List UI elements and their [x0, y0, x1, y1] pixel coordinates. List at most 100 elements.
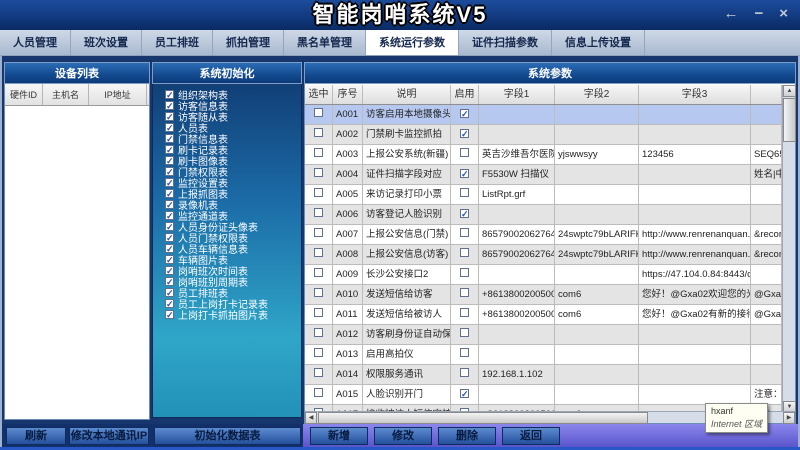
- back-arrow-icon[interactable]: ←: [723, 5, 738, 23]
- scroll-up-icon[interactable]: ▲: [783, 85, 796, 97]
- checklist-item[interactable]: 上岗打卡抓拍图片表: [165, 309, 301, 320]
- param-field1: [479, 345, 555, 364]
- vertical-scrollbar[interactable]: ▲ ▼: [782, 85, 795, 413]
- checkbox-icon[interactable]: [165, 101, 174, 110]
- init-data-tables-button[interactable]: 初始化数据表: [154, 427, 301, 445]
- enabled-checkbox[interactable]: [460, 328, 469, 337]
- param-row[interactable]: A011发送短信给被访人+8613800200500com6您好！@Gxa02有…: [305, 305, 782, 325]
- edit-button[interactable]: 修改: [374, 427, 432, 445]
- param-row[interactable]: A008上报公安信息(访客)86579002062764224swptc79bL…: [305, 245, 782, 265]
- checkbox-icon[interactable]: [165, 200, 174, 209]
- checkbox-icon[interactable]: [165, 156, 174, 165]
- row-select-checkbox[interactable]: [314, 348, 323, 357]
- scroll-right-icon[interactable]: ▶: [783, 412, 795, 424]
- param-row[interactable]: A001访客启用本地摄像头抓拍: [305, 105, 782, 125]
- row-select-checkbox[interactable]: [314, 168, 323, 177]
- param-no: A013: [333, 345, 363, 364]
- param-row[interactable]: A002门禁刷卡监控抓拍: [305, 125, 782, 145]
- checkbox-icon[interactable]: [165, 145, 174, 154]
- enabled-checkbox[interactable]: [460, 368, 469, 377]
- row-select-checkbox[interactable]: [314, 208, 323, 217]
- param-row[interactable]: A015人脸识别开门注意：字段05为...: [305, 385, 782, 405]
- enabled-checkbox[interactable]: [460, 169, 469, 178]
- checkbox-icon[interactable]: [165, 277, 174, 286]
- close-icon[interactable]: ×: [779, 5, 788, 23]
- horizontal-scroll-thumb[interactable]: [318, 412, 648, 424]
- tab-capture-management[interactable]: 抓拍管理: [213, 30, 284, 55]
- row-select-checkbox[interactable]: [314, 248, 323, 257]
- enabled-checkbox[interactable]: [460, 129, 469, 138]
- tab-personnel[interactable]: 人员管理: [0, 30, 71, 55]
- param-field2: [555, 345, 639, 364]
- param-row[interactable]: A009长沙公安接口2https://47.104.0.84:8443/crp: [305, 265, 782, 285]
- param-row[interactable]: A006访客登记人脸识别: [305, 205, 782, 225]
- row-select-checkbox[interactable]: [314, 388, 323, 397]
- checkbox-icon[interactable]: [165, 134, 174, 143]
- tab-blacklist-management[interactable]: 黑名单管理: [284, 30, 366, 55]
- checkbox-icon[interactable]: [165, 233, 174, 242]
- delete-button[interactable]: 删除: [438, 427, 496, 445]
- tab-shift-settings[interactable]: 班次设置: [71, 30, 142, 55]
- param-row[interactable]: A014权限服务通讯192.168.1.102: [305, 365, 782, 385]
- tab-info-upload-settings[interactable]: 信息上传设置: [552, 30, 645, 55]
- row-select-checkbox[interactable]: [314, 128, 323, 137]
- row-select-checkbox[interactable]: [314, 148, 323, 157]
- param-field1: 865790020627642: [479, 225, 555, 244]
- row-select-checkbox[interactable]: [314, 228, 323, 237]
- enabled-checkbox[interactable]: [460, 248, 469, 257]
- param-row[interactable]: A003上报公安系统(新疆)英吉沙维吾尔医院yjswwsyy123456SEQ6…: [305, 145, 782, 165]
- checkbox-icon[interactable]: [165, 112, 174, 121]
- tab-id-scan-params[interactable]: 证件扫描参数: [459, 30, 552, 55]
- param-row[interactable]: A004证件扫描字段对应F5530W 扫描仪姓名|中文姓名,...: [305, 165, 782, 185]
- checkbox-icon[interactable]: [165, 288, 174, 297]
- enabled-checkbox[interactable]: [460, 209, 469, 218]
- checkbox-icon[interactable]: [165, 244, 174, 253]
- vertical-scroll-thumb[interactable]: [783, 98, 796, 142]
- param-no: A011: [333, 305, 363, 324]
- enabled-checkbox[interactable]: [460, 109, 469, 118]
- checkbox-icon[interactable]: [165, 299, 174, 308]
- tab-system-run-params[interactable]: 系统运行参数: [366, 30, 459, 55]
- checkbox-icon[interactable]: [165, 211, 174, 220]
- add-button[interactable]: 新增: [310, 427, 368, 445]
- checkbox-icon[interactable]: [165, 189, 174, 198]
- refresh-button[interactable]: 刷新: [6, 427, 66, 445]
- param-select-cell: [305, 305, 333, 324]
- device-table-body[interactable]: [5, 106, 149, 418]
- checkbox-icon[interactable]: [165, 310, 174, 319]
- enabled-checkbox[interactable]: [460, 288, 469, 297]
- param-row[interactable]: A010发送短信给访客+8613800200500com6您好！@Gxa02欢迎…: [305, 285, 782, 305]
- row-select-checkbox[interactable]: [314, 368, 323, 377]
- param-row[interactable]: A012访客刷身份证自动保存: [305, 325, 782, 345]
- row-select-checkbox[interactable]: [314, 268, 323, 277]
- checkbox-icon[interactable]: [165, 222, 174, 231]
- row-select-checkbox[interactable]: [314, 288, 323, 297]
- enabled-checkbox[interactable]: [460, 188, 469, 197]
- modify-local-ip-button[interactable]: 修改本地通讯IP: [69, 427, 149, 445]
- checkbox-icon[interactable]: [165, 90, 174, 99]
- checkbox-icon[interactable]: [165, 255, 174, 264]
- enabled-checkbox[interactable]: [460, 348, 469, 357]
- enabled-checkbox[interactable]: [460, 268, 469, 277]
- return-button[interactable]: 返回: [502, 427, 560, 445]
- row-select-checkbox[interactable]: [314, 188, 323, 197]
- enabled-checkbox[interactable]: [460, 389, 469, 398]
- enabled-checkbox[interactable]: [460, 308, 469, 317]
- param-field3: [639, 165, 751, 184]
- tab-staff-scheduling[interactable]: 员工排班: [142, 30, 213, 55]
- checkbox-icon[interactable]: [165, 167, 174, 176]
- checkbox-icon[interactable]: [165, 266, 174, 275]
- param-row[interactable]: A007上报公安信息(门禁)86579002062764224swptc79bL…: [305, 225, 782, 245]
- checkbox-icon[interactable]: [165, 178, 174, 187]
- row-select-checkbox[interactable]: [314, 328, 323, 337]
- scroll-left-icon[interactable]: ◀: [305, 412, 317, 424]
- enabled-checkbox[interactable]: [460, 148, 469, 157]
- enabled-checkbox[interactable]: [460, 228, 469, 237]
- row-select-checkbox[interactable]: [314, 108, 323, 117]
- checkbox-icon[interactable]: [165, 123, 174, 132]
- param-row[interactable]: A005来访记录打印小票ListRpt.grf: [305, 185, 782, 205]
- params-header-cell: 选中: [305, 85, 333, 104]
- minimize-icon[interactable]: −: [754, 5, 763, 23]
- param-row[interactable]: A013启用高拍仪: [305, 345, 782, 365]
- row-select-checkbox[interactable]: [314, 308, 323, 317]
